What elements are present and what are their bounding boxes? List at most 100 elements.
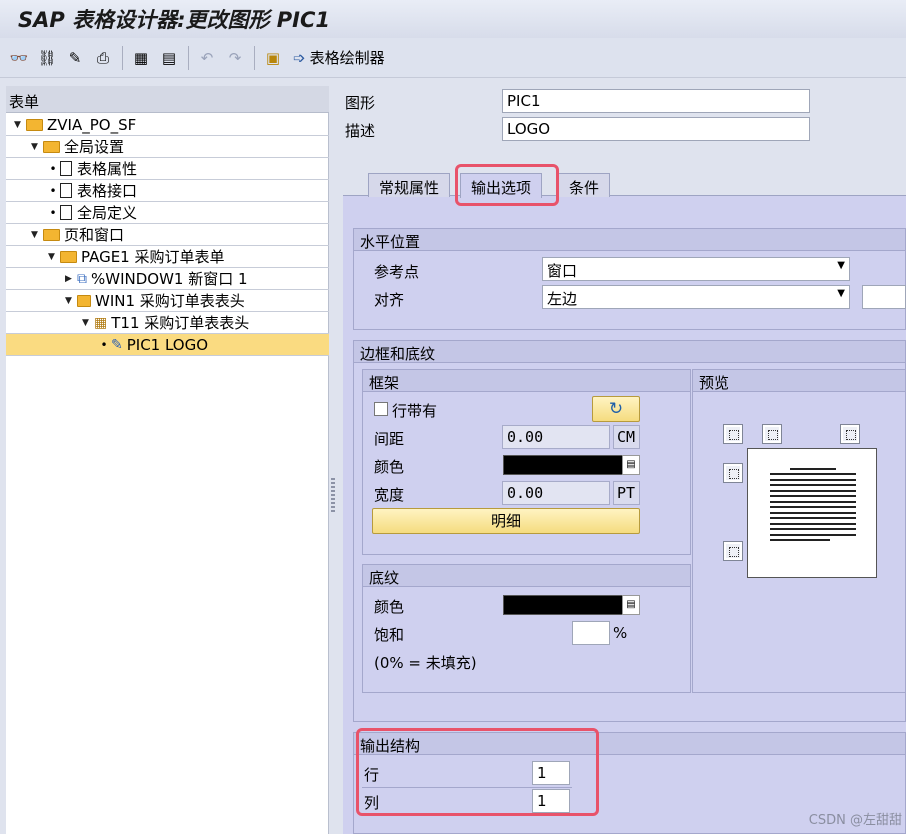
document-icon xyxy=(60,205,72,220)
preview-canvas xyxy=(747,448,877,578)
shading-color-label: 颜色 xyxy=(374,598,405,616)
tree-item[interactable]: • ✎ PIC1 LOGO xyxy=(6,334,329,356)
alignment-offset-field[interactable] xyxy=(862,285,906,309)
preview-text-lines xyxy=(770,464,856,545)
frame-title: 框架 xyxy=(363,370,690,392)
print-icon[interactable]: ⎙ xyxy=(92,47,114,69)
tree-item[interactable]: ▼ 全局设置 xyxy=(6,136,329,158)
frame-color-swatch[interactable] xyxy=(503,455,637,475)
graphic-icon: ✎ xyxy=(111,336,123,353)
tree-item-label: 表格接口 xyxy=(77,182,138,200)
highlight-box xyxy=(455,164,559,206)
bullet-icon: • xyxy=(49,161,57,176)
form-painter-icon[interactable]: ▣ xyxy=(262,47,284,69)
width-unit: PT xyxy=(613,481,640,505)
color-picker-icon[interactable]: ▤ xyxy=(622,595,640,615)
form-painter-label: 表格绘制器 xyxy=(309,49,385,67)
frame-color-label: 颜色 xyxy=(374,458,405,476)
expand-open-icon[interactable]: ▼ xyxy=(31,142,41,152)
folder-icon xyxy=(26,118,43,131)
expand-open-icon[interactable]: ▼ xyxy=(82,318,92,328)
tree-item[interactable]: ▶ ⧉ %WINDOW1 新窗口 1 xyxy=(6,268,329,290)
folder-icon xyxy=(60,250,77,263)
color-picker-icon[interactable]: ▤ xyxy=(622,455,640,475)
width-field[interactable]: 0.00 xyxy=(502,481,610,505)
width-label: 宽度 xyxy=(374,486,405,504)
application-toolbar: 👓 ⛓ ✎ ⎙ ▦ ▤ ↶ ↷ ▣ ➩ 表格绘制器 xyxy=(0,38,906,78)
spacing-field[interactable]: 0.00 xyxy=(502,425,610,449)
chevron-down-icon: ▼ xyxy=(837,288,845,299)
tree-item-label: T11 采购订单表表头 xyxy=(111,314,250,332)
shading-color-swatch[interactable] xyxy=(503,595,637,615)
tab-general-attributes[interactable]: 常规属性 xyxy=(368,173,451,197)
tree-header: 表单 xyxy=(6,86,329,113)
shading-note: (0% = 未填充) xyxy=(374,654,477,672)
toolbar-separator xyxy=(254,46,255,70)
tree-item-label: PAGE1 采购订单表单 xyxy=(81,248,225,266)
form-icon[interactable]: ▤ xyxy=(158,47,180,69)
tab-conditions[interactable]: 条件 xyxy=(558,173,611,197)
expand-open-icon[interactable]: ▼ xyxy=(14,120,24,130)
glasses-icon[interactable]: 👓 xyxy=(8,47,30,69)
tree-item[interactable]: • 表格属性 xyxy=(6,158,329,180)
border-shading-title: 边框和底纹 xyxy=(354,341,905,363)
alignment-label: 对齐 xyxy=(374,291,405,309)
toolbar-separator xyxy=(122,46,123,70)
frame-none-icon[interactable] xyxy=(840,424,860,444)
expand-open-icon[interactable]: ▼ xyxy=(31,230,41,240)
tree-item[interactable]: • 表格接口 xyxy=(6,180,329,202)
document-icon xyxy=(60,183,72,198)
with-line-label: 行带有 xyxy=(392,402,438,420)
frame-left-icon[interactable] xyxy=(723,463,743,483)
description-field[interactable]: LOGO xyxy=(502,117,810,141)
saturation-field[interactable] xyxy=(572,621,610,645)
tree-item-label: PIC1 LOGO xyxy=(126,335,209,354)
tree-item[interactable]: ▼ WIN1 采购订单表表头 xyxy=(6,290,329,312)
tree-item-label: ZVIA_PO_SF xyxy=(47,115,137,134)
watermark: CSDN @左甜甜 xyxy=(808,813,902,828)
spacing-label: 间距 xyxy=(374,430,405,448)
tree-item-label: %WINDOW1 新窗口 1 xyxy=(91,270,248,288)
frame-top-icon[interactable] xyxy=(762,424,782,444)
alignment-dropdown[interactable]: 左边 ▼ xyxy=(542,285,850,309)
undo-icon[interactable]: ↶ xyxy=(196,47,218,69)
form-painter-button[interactable]: ➩ 表格绘制器 xyxy=(293,47,385,68)
detail-button[interactable]: 明细 xyxy=(372,508,640,534)
hierarchy-icon[interactable]: ⛓ xyxy=(36,47,58,69)
tree-item-label: 表格属性 xyxy=(77,160,138,178)
expand-open-icon[interactable]: ▼ xyxy=(65,296,75,306)
folder-icon xyxy=(43,228,60,241)
tree-item[interactable]: ▼ PAGE1 采购订单表单 xyxy=(6,246,329,268)
tree-item[interactable]: ▼ ▦ T11 采购订单表表头 xyxy=(6,312,329,334)
graphic-label: 图形 xyxy=(345,94,376,112)
tree-item[interactable]: • 全局定义 xyxy=(6,202,329,224)
reference-point-label: 参考点 xyxy=(374,263,420,281)
with-line-checkbox[interactable] xyxy=(374,402,388,416)
refresh-icon[interactable]: ↻ xyxy=(592,396,640,422)
splitter-handle[interactable] xyxy=(329,86,339,834)
tree-item[interactable]: ▼ 页和窗口 xyxy=(6,224,329,246)
document-icon xyxy=(60,161,72,176)
reference-point-dropdown[interactable]: 窗口 ▼ xyxy=(542,257,850,281)
alignment-value: 左边 xyxy=(547,290,578,308)
preview-title: 预览 xyxy=(693,370,905,392)
redo-icon[interactable]: ↷ xyxy=(224,47,246,69)
frame-bottom-icon[interactable] xyxy=(723,541,743,561)
tree-item-label: 页和窗口 xyxy=(64,226,125,244)
layout-icon[interactable]: ▦ xyxy=(130,47,152,69)
graphic-name-field[interactable]: PIC1 xyxy=(502,89,810,113)
frame-all-icon[interactable] xyxy=(723,424,743,444)
expand-open-icon[interactable]: ▼ xyxy=(48,252,58,262)
bullet-icon: • xyxy=(100,337,108,352)
window-folder-icon xyxy=(77,294,91,307)
magic-wand-icon[interactable]: ✎ xyxy=(64,47,86,69)
bullet-icon: • xyxy=(49,183,57,198)
arrow-right-icon: ➩ xyxy=(293,48,306,67)
horizontal-position-title: 水平位置 xyxy=(354,229,905,251)
chevron-down-icon: ▼ xyxy=(837,260,845,271)
tree-item[interactable]: ▼ ZVIA_PO_SF xyxy=(6,114,329,136)
shading-title: 底纹 xyxy=(363,565,690,587)
folder-icon xyxy=(43,140,60,153)
expand-closed-icon[interactable]: ▶ xyxy=(65,274,75,284)
toolbar-separator xyxy=(188,46,189,70)
